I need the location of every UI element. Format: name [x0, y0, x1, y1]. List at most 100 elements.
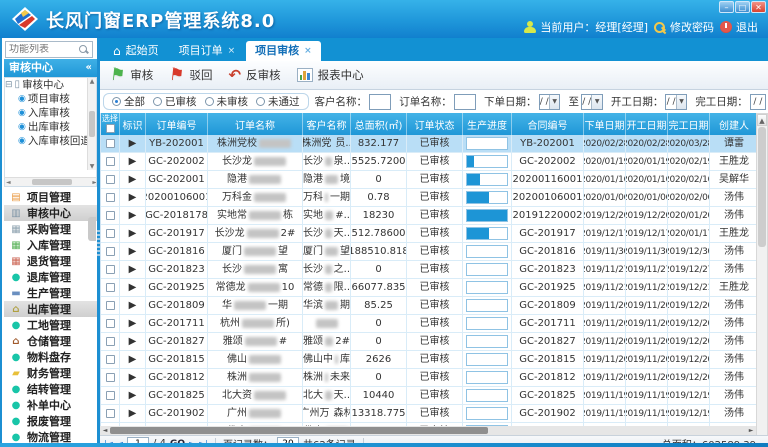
- table-row[interactable]: ▶20200106001万科金万科一期0.78已审核20200106001202…: [101, 189, 756, 207]
- logout-button[interactable]: 退出: [720, 19, 758, 35]
- table-row[interactable]: ▶GC-2018178实地常栋实地#..18230已审核201912200022…: [101, 207, 756, 225]
- sidebar-item-stock-return[interactable]: ●退库管理: [4, 269, 97, 285]
- row-checkbox[interactable]: [106, 193, 115, 202]
- table-row[interactable]: ▶GC-201825北大资北大天..10440已审核GC-2018252019/…: [101, 387, 756, 405]
- scroll-right-icon[interactable]: ►: [746, 427, 756, 434]
- row-checkbox[interactable]: [106, 139, 115, 148]
- row-checkbox[interactable]: [106, 301, 115, 310]
- minimize-button[interactable]: –: [719, 1, 734, 13]
- radio-已审核[interactable]: 已审核: [153, 94, 197, 109]
- sidebar-item-site[interactable]: ●工地管理: [4, 317, 97, 333]
- sidebar-item-inbound[interactable]: ▦入库管理: [4, 237, 97, 253]
- close-button[interactable]: ✕: [751, 1, 766, 13]
- row-checkbox[interactable]: [106, 229, 115, 238]
- row-checkbox[interactable]: [106, 211, 115, 220]
- sidebar-item-warehouse[interactable]: ⌂仓储管理: [4, 333, 97, 349]
- search-icon[interactable]: [79, 45, 89, 55]
- row-checkbox[interactable]: [106, 283, 115, 292]
- tree-root-audit-center[interactable]: ⊟ ▯ 审核中心: [5, 78, 96, 92]
- row-checkbox[interactable]: [106, 355, 115, 364]
- sidebar-item-goods-return[interactable]: ▦退货管理: [4, 253, 97, 269]
- column-header-下单日期[interactable]: 下单日期: [584, 113, 626, 135]
- tree-item-3[interactable]: ◉入库审核回退: [5, 134, 96, 148]
- table-row[interactable]: ▶GC-201711杭州所)0已审核GC-2017112019/11/20201…: [101, 315, 756, 333]
- column-header-开工日期[interactable]: 开工日期: [626, 113, 668, 135]
- splitter-grip[interactable]: [88, 217, 96, 241]
- tree-horizontal-scrollbar[interactable]: ◄ ►: [5, 177, 97, 186]
- table-horizontal-scrollbar[interactable]: ◄ ►: [100, 426, 756, 435]
- table-row[interactable]: ▶GC-201902广州广州万森林13318.775已审核GC-20190220…: [101, 405, 756, 423]
- column-header-总面积(㎡)[interactable]: 总面积(㎡): [351, 113, 407, 135]
- table-vertical-scrollbar[interactable]: ▲ ▼: [756, 113, 768, 447]
- column-header-完工日期[interactable]: 完工日期: [668, 113, 710, 135]
- column-header-标识[interactable]: 标识: [120, 113, 146, 135]
- sidebar-item-outbound[interactable]: ⌂出库管理: [4, 301, 97, 317]
- table-row[interactable]: ▶GC-201809华一期华滨期85.25已审核GC-2018092019/11…: [101, 297, 756, 315]
- scroll-thumb[interactable]: [110, 427, 488, 434]
- dropdown-arrow-icon[interactable]: ▼: [591, 95, 601, 109]
- table-row[interactable]: ▶GC-201823长沙寓长沙之..0已审核GC-2018232019/11/2…: [101, 261, 756, 279]
- scroll-up-icon[interactable]: ▲: [757, 114, 767, 126]
- column-header-生产进度[interactable]: 生产进度: [463, 113, 512, 135]
- row-checkbox[interactable]: [106, 247, 115, 256]
- scroll-thumb[interactable]: [32, 179, 72, 185]
- sidebar-item-scrap[interactable]: ●报废管理: [4, 413, 97, 429]
- column-header-客户名称[interactable]: 客户名称: [303, 113, 351, 135]
- scroll-up-icon[interactable]: ▲: [88, 78, 96, 85]
- close-tab-icon[interactable]: ×: [304, 41, 312, 61]
- close-tab-icon[interactable]: ×: [228, 41, 236, 61]
- table-row[interactable]: ▶GC-201815佛山佛山中库2626已审核GC-2018152019/11/…: [101, 351, 756, 369]
- 驳回-button[interactable]: ⚑驳回: [169, 65, 212, 85]
- row-checkbox[interactable]: [106, 175, 115, 184]
- table-row[interactable]: ▶GC-201917长沙龙2#长沙天..8512.78600..已审核GC-20…: [101, 225, 756, 243]
- table-row[interactable]: ▶GC-202001隐港隐港境0已审核202001160012020/01/16…: [101, 171, 756, 189]
- row-checkbox[interactable]: [106, 337, 115, 346]
- row-checkbox[interactable]: [106, 319, 115, 328]
- dropdown-arrow-icon[interactable]: ▼: [549, 95, 559, 109]
- table-row[interactable]: ▶GC-201816厦门望厦门望188510.818已审核GC-20181620…: [101, 243, 756, 261]
- tree-collapse-icon[interactable]: ⊟: [5, 78, 13, 92]
- scroll-down-icon[interactable]: ▼: [88, 163, 96, 170]
- sidebar-item-production[interactable]: ▬生产管理: [4, 285, 97, 301]
- 审核-button[interactable]: ⚑审核: [110, 65, 153, 85]
- row-checkbox[interactable]: [106, 157, 115, 166]
- row-checkbox[interactable]: [106, 409, 115, 418]
- column-header-合同编号[interactable]: 合同编号: [512, 113, 584, 135]
- row-checkbox[interactable]: [106, 373, 115, 382]
- finish-date-input[interactable]: / /: [750, 94, 766, 110]
- sidebar-panel-header[interactable]: « 审核中心: [4, 59, 97, 77]
- column-header-订单名称[interactable]: 订单名称: [208, 113, 303, 135]
- radio-全部[interactable]: 全部: [112, 94, 145, 109]
- collapse-icon[interactable]: «: [86, 59, 92, 77]
- scroll-left-icon[interactable]: ◄: [100, 427, 110, 434]
- column-header-选择[interactable]: 选择: [101, 113, 120, 135]
- tree-item-1[interactable]: ◉入库审核: [5, 106, 96, 120]
- scroll-thumb[interactable]: [758, 127, 766, 247]
- table-row[interactable]: ▶GC-202002长沙龙长沙泉..65525.7200..已审核GC-2020…: [101, 153, 756, 171]
- tree-vertical-scrollbar[interactable]: ▲ ▼: [87, 78, 96, 170]
- sidebar-item-supplement[interactable]: ●补单中心: [4, 397, 97, 413]
- sidebar-item-inventory[interactable]: ●物料盘存: [4, 349, 97, 365]
- customer-name-input[interactable]: [369, 94, 391, 110]
- sidebar-item-finance[interactable]: ▰财务管理: [4, 365, 97, 381]
- dropdown-arrow-icon[interactable]: ▼: [676, 95, 686, 109]
- 反审核-button[interactable]: ↶反审核: [229, 66, 281, 84]
- row-checkbox[interactable]: [106, 265, 115, 274]
- table-row[interactable]: ▶GC-201925常德龙10常德限..266077.835..已审核GC-20…: [101, 279, 756, 297]
- order-date-to-input[interactable]: / /▼: [581, 94, 603, 110]
- order-name-input[interactable]: [454, 94, 476, 110]
- table-row[interactable]: ▶GC-201812株洲株洲未来0已审核GC-2018122019/11/202…: [101, 369, 756, 387]
- start-date-input[interactable]: / /▼: [665, 94, 687, 110]
- order-date-from-input[interactable]: / /▼: [539, 94, 561, 110]
- function-search-input[interactable]: [6, 44, 79, 55]
- tab-项目审核[interactable]: 项目审核×: [246, 41, 321, 61]
- sidebar-item-project[interactable]: ▤项目管理: [4, 189, 97, 205]
- column-header-订单编号[interactable]: 订单编号: [146, 113, 208, 135]
- scroll-thumb[interactable]: [89, 111, 95, 137]
- scroll-left-icon[interactable]: ◄: [6, 179, 11, 186]
- 报表中心-button[interactable]: 报表中心: [297, 67, 364, 83]
- radio-未通过[interactable]: 未通过: [256, 94, 300, 109]
- change-password-button[interactable]: 修改密码: [654, 19, 714, 35]
- row-checkbox[interactable]: [106, 391, 115, 400]
- sidebar-item-purchase[interactable]: ▦采购管理: [4, 221, 97, 237]
